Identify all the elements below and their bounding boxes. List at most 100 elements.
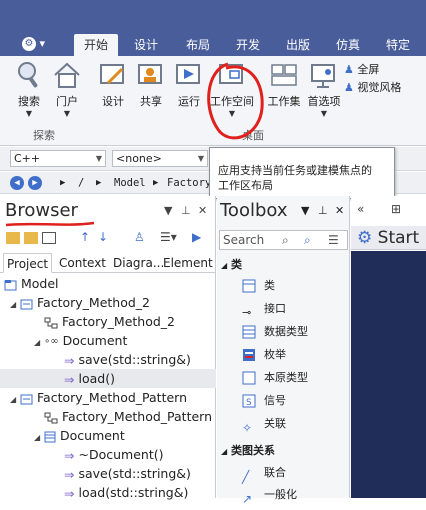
tree-node-class[interactable]: ◢ ∘∞ Document: [34, 331, 127, 350]
toolbox-search-input[interactable]: Search ⌕ ⌕ ☰: [219, 230, 348, 250]
workset-button[interactable]: 工作集: [264, 60, 304, 109]
panel-menu-icon[interactable]: ▼: [164, 204, 172, 217]
visual-style-label: 视觉风格: [357, 81, 402, 94]
list-menu-icon[interactable]: ☰▾: [160, 230, 177, 244]
ribbon-tab-bar: ⚙ ▾ 开始 设计 布局 开发 出版 仿真 特定: [0, 0, 426, 58]
tab-home[interactable]: 开始: [74, 34, 118, 56]
breadcrumb-model[interactable]: Model: [114, 172, 146, 194]
share-button[interactable]: 共享: [134, 60, 168, 109]
back-icon[interactable]: ◀: [10, 176, 24, 190]
expand-icon[interactable]: ◢: [10, 295, 20, 314]
tab-project[interactable]: Project: [3, 253, 53, 273]
chevron-right-icon: ▶: [60, 178, 66, 188]
design-label: 设计: [102, 95, 124, 108]
tree-node-diagram[interactable]: Factory_Method_Pattern: [44, 407, 212, 426]
expand-icon[interactable]: ◢: [34, 333, 44, 352]
breadcrumb-factory[interactable]: Factory: [167, 172, 211, 194]
tab-element[interactable]: Element: [160, 253, 216, 273]
tab-context[interactable]: Context: [56, 253, 109, 273]
fullscreen-button[interactable]: ♟ 全屏: [344, 62, 379, 78]
tab-design[interactable]: 设计: [124, 34, 168, 56]
interface-icon: ⊸: [242, 306, 252, 319]
toolbox-item-association[interactable]: ✧ 关联: [242, 413, 286, 435]
breadcrumb-root[interactable]: /: [78, 172, 84, 194]
tree-node-operation[interactable]: ⇒ ~Document(): [64, 445, 163, 464]
menu-icon[interactable]: ☰: [328, 231, 339, 249]
tab-diagram[interactable]: Diagra...: [110, 253, 167, 273]
toolbox-item-enum[interactable]: 枚举: [242, 344, 286, 366]
none-select[interactable]: <none> ▼: [112, 150, 208, 167]
chevron-down-icon: ▼: [197, 154, 204, 163]
tree-node-package[interactable]: ◢ Factory_Method_2: [10, 293, 150, 312]
language-select[interactable]: C++ ▼: [10, 150, 106, 167]
arrow-down-icon[interactable]: ↓: [98, 230, 108, 244]
tree-node-diagram[interactable]: Factory_Method_2: [44, 312, 175, 331]
toolbox-item-primitive[interactable]: 本原类型: [242, 367, 308, 389]
chevron-down-icon: ▼: [63, 109, 71, 118]
collapse-icon[interactable]: «: [357, 202, 364, 216]
browser-tabs: Project Context Diagra... Element: [0, 253, 216, 273]
operation-icon: ⇒: [64, 372, 75, 387]
tab-simulate[interactable]: 仿真: [326, 34, 370, 56]
visual-style-button[interactable]: ♟ 视觉风格: [344, 80, 401, 96]
toolbox-item-interface[interactable]: ⊸ 接口: [242, 298, 286, 320]
app-logo-icon: ⚙: [22, 37, 36, 51]
close-icon[interactable]: ✕: [198, 204, 207, 217]
expand-icon[interactable]: ◢: [34, 428, 44, 447]
preferences-button[interactable]: 首选项 ▼: [304, 60, 344, 118]
pin-icon[interactable]: ⊥: [181, 204, 191, 217]
properties-icon[interactable]: ♙: [134, 230, 145, 244]
play-icon[interactable]: ▶: [192, 230, 201, 244]
design-icon: [100, 64, 124, 85]
workspace-tooltip: 应用支持当前任务或建模焦点的 工作区布局: [209, 147, 395, 199]
diagram-icon[interactable]: [42, 232, 56, 244]
tab-specialize[interactable]: 特定: [376, 34, 420, 56]
fullscreen-label: 全屏: [357, 63, 380, 76]
arrow-up-icon[interactable]: ↑: [80, 230, 90, 244]
tooltip-line-2: 工作区布局: [218, 179, 273, 192]
operation-icon: ⇒: [64, 448, 75, 463]
toolbox-group-relations[interactable]: ◢ 类图关系: [221, 442, 275, 458]
expand-icon[interactable]: ◢: [10, 390, 20, 409]
toolbox-item-generalization[interactable]: ↗ 一般化: [242, 484, 297, 506]
tab-layout[interactable]: 布局: [176, 34, 220, 56]
generalization-icon: ↗: [242, 492, 253, 506]
tree-node-package[interactable]: ◢ Factory_Method_Pattern: [10, 388, 187, 407]
preferences-label: 首选项: [307, 95, 341, 108]
forward-icon[interactable]: ▶: [28, 176, 42, 190]
tab-publish[interactable]: 出版: [276, 34, 320, 56]
tab-develop[interactable]: 开发: [226, 34, 270, 56]
chevron-right-icon: ▶: [153, 178, 159, 188]
toolbox-item-datatype[interactable]: 数据类型: [242, 321, 308, 343]
app-menu-button[interactable]: ⚙ ▾: [22, 35, 54, 53]
diagram-icon[interactable]: ⊞: [391, 202, 401, 216]
folder-icon[interactable]: [24, 232, 38, 244]
tree-node-operation-selected[interactable]: ⇒ load(): [0, 369, 216, 388]
package-icon: [20, 394, 33, 404]
people-icon: ♟: [344, 81, 354, 94]
tree-node-operation[interactable]: ⇒ load(std::string&): [64, 483, 188, 502]
close-icon[interactable]: ✕: [335, 204, 344, 217]
panel-menu-icon[interactable]: ▼: [301, 204, 309, 217]
tree-node-model[interactable]: Model: [4, 274, 59, 293]
find-icon[interactable]: ⌕: [304, 231, 311, 249]
tree-node-operation[interactable]: ⇒ save(std::string&): [64, 350, 191, 369]
new-package-icon[interactable]: [6, 232, 20, 244]
search-button[interactable]: 搜索 ▼: [12, 60, 46, 118]
design-button[interactable]: 设计: [96, 60, 130, 109]
start-pane: « ⊞ ⚙ Start P: [351, 196, 426, 498]
search-label: 搜索: [18, 95, 40, 108]
tab-start-page[interactable]: ⚙ Start P: [351, 226, 426, 250]
toolbox-item-union[interactable]: ╱ 联合: [242, 462, 286, 484]
none-value: <none>: [116, 152, 162, 165]
toolbox-group-class[interactable]: ◢ 类: [221, 256, 242, 272]
toolbox-item-signal[interactable]: S 信号: [242, 390, 286, 412]
pin-icon[interactable]: ⊥: [318, 204, 328, 217]
portal-button[interactable]: 门户 ▼: [50, 60, 84, 118]
search-icon[interactable]: ⌕: [282, 231, 289, 249]
class-icon: [44, 431, 56, 442]
toolbox-title: Toolbox: [220, 200, 288, 221]
tree-node-class[interactable]: ◢ Document: [34, 426, 125, 445]
tree-node-operation[interactable]: ⇒ save(std::string&): [64, 464, 191, 483]
toolbox-item-class[interactable]: 类: [242, 275, 275, 297]
